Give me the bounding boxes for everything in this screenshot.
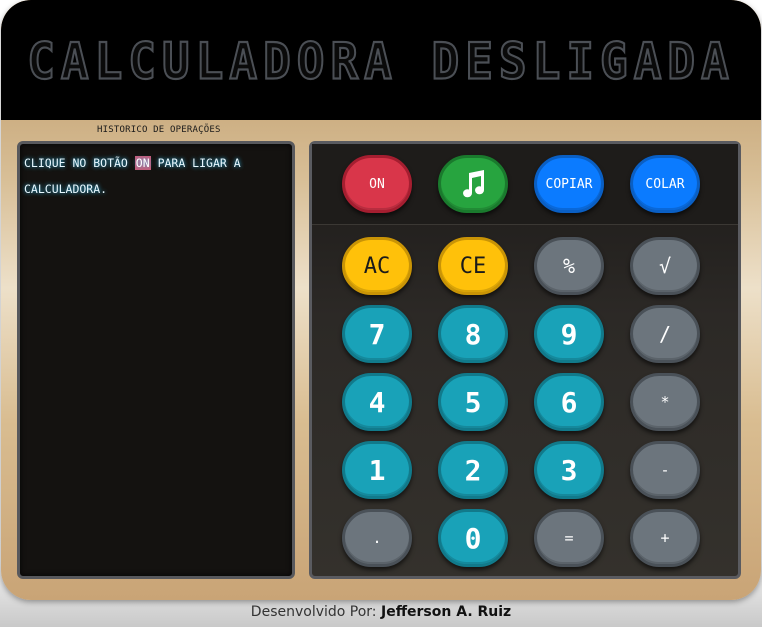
footer-prefix: Desenvolvido Por: <box>250 604 381 620</box>
music-button[interactable] <box>438 155 508 213</box>
ac-button[interactable]: AC <box>342 237 412 295</box>
calculator-display: CALCULADORA DESLIGADA <box>1 0 761 120</box>
history-panel: CLIQUE NO BOTÃO ON PARA LIGAR A CALCULAD… <box>17 141 295 579</box>
on-button[interactable]: ON <box>342 155 412 213</box>
digit-0-button[interactable]: 0 <box>438 509 508 567</box>
keypad-panel: ON COPIAR COLAR AC CE % √ 7 8 9 / 4 5 6 … <box>309 141 741 579</box>
digit-1-button[interactable]: 1 <box>342 441 412 499</box>
sqrt-button[interactable]: √ <box>630 237 700 295</box>
history-on-highlight: ON <box>134 156 151 170</box>
digit-8-button[interactable]: 8 <box>438 305 508 363</box>
history-message: CLIQUE NO BOTÃO ON PARA LIGAR A CALCULAD… <box>24 150 284 202</box>
footer-credit: Desenvolvido Por: Jefferson A. Ruiz <box>0 604 762 620</box>
footer-author: Jefferson A. Ruiz <box>380 604 512 620</box>
digit-7-button[interactable]: 7 <box>342 305 412 363</box>
ce-button[interactable]: CE <box>438 237 508 295</box>
history-title: HISTORICO DE OPERAÇÕES <box>97 125 221 135</box>
history-message-pre: CLIQUE NO BOTÃO <box>24 156 135 170</box>
equals-button[interactable]: = <box>534 509 604 567</box>
digit-4-button[interactable]: 4 <box>342 373 412 431</box>
music-note-icon <box>463 170 485 198</box>
digit-9-button[interactable]: 9 <box>534 305 604 363</box>
decimal-button[interactable]: . <box>342 509 412 567</box>
digit-2-button[interactable]: 2 <box>438 441 508 499</box>
copy-button[interactable]: COPIAR <box>534 155 604 213</box>
minus-button[interactable]: - <box>630 441 700 499</box>
multiply-button[interactable]: * <box>630 373 700 431</box>
percent-button[interactable]: % <box>534 237 604 295</box>
digit-5-button[interactable]: 5 <box>438 373 508 431</box>
display-text: CALCULADORA DESLIGADA <box>26 31 735 91</box>
digit-3-button[interactable]: 3 <box>534 441 604 499</box>
divide-button[interactable]: / <box>630 305 700 363</box>
plus-button[interactable]: + <box>630 509 700 567</box>
paste-button[interactable]: COLAR <box>630 155 700 213</box>
calculator: CALCULADORA DESLIGADA HISTORICO DE OPERA… <box>1 0 761 600</box>
digit-6-button[interactable]: 6 <box>534 373 604 431</box>
